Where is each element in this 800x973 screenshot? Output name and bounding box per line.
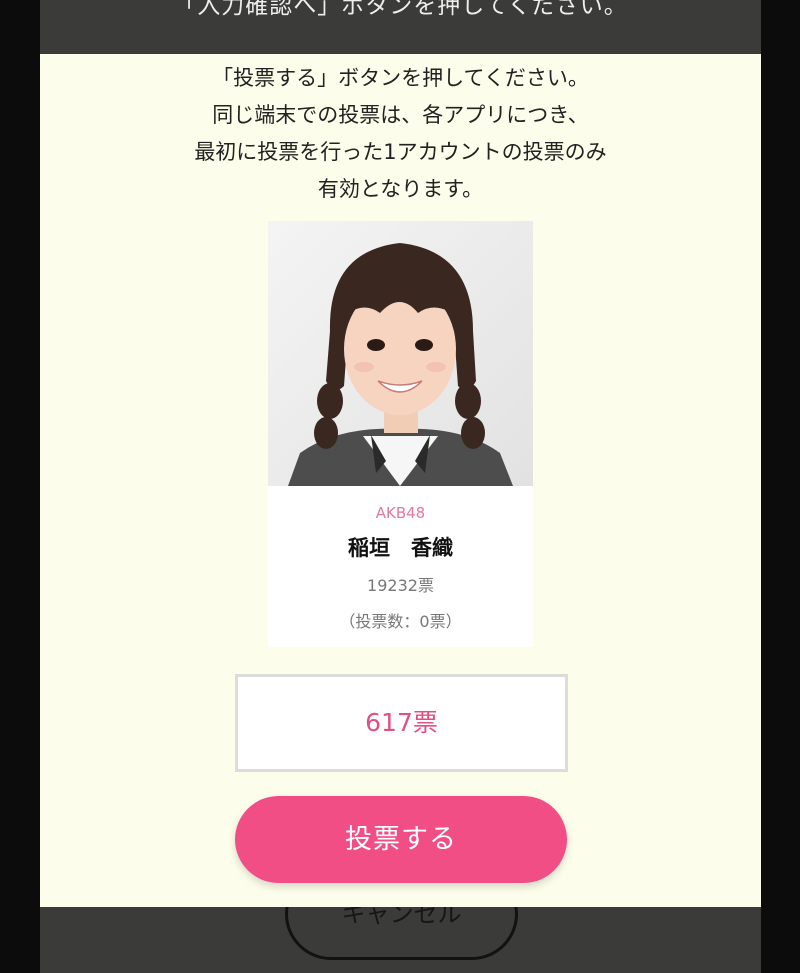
- background-hint-text: 「入力確認へ」ボタンを押してください。: [173, 0, 628, 19]
- instruction-line: 有効となります。: [317, 177, 484, 201]
- vote-confirm-modal: 「投票する」ボタンを押してください。 同じ端末での投票は、各アプリにつき、 最初…: [40, 54, 761, 907]
- instruction-line: 最初に投票を行った1アカウントの投票のみ: [194, 140, 607, 164]
- instruction-line: 「投票する」ボタンを押してください。: [212, 66, 589, 90]
- my-vote-count: （投票数：0票）: [339, 612, 462, 631]
- vote-button[interactable]: 投票する: [235, 796, 567, 883]
- member-card: AKB48 稲垣 香織 19232票 （投票数：0票）: [268, 221, 533, 647]
- vote-amount-field[interactable]: 617票: [235, 674, 568, 772]
- member-name: 稲垣 香織: [348, 536, 453, 560]
- member-total-votes: 19232票: [367, 576, 434, 595]
- member-group: AKB48: [375, 504, 426, 522]
- app-screen: 「入力確認へ」ボタンを押してください。 キャンセル 「投票する」ボタンを押してく…: [40, 0, 761, 973]
- member-photo: [268, 221, 533, 486]
- instruction-line: 同じ端末での投票は、各アプリにつき、: [212, 103, 589, 127]
- instructions: 「投票する」ボタンを押してください。 同じ端末での投票は、各アプリにつき、 最初…: [40, 60, 761, 208]
